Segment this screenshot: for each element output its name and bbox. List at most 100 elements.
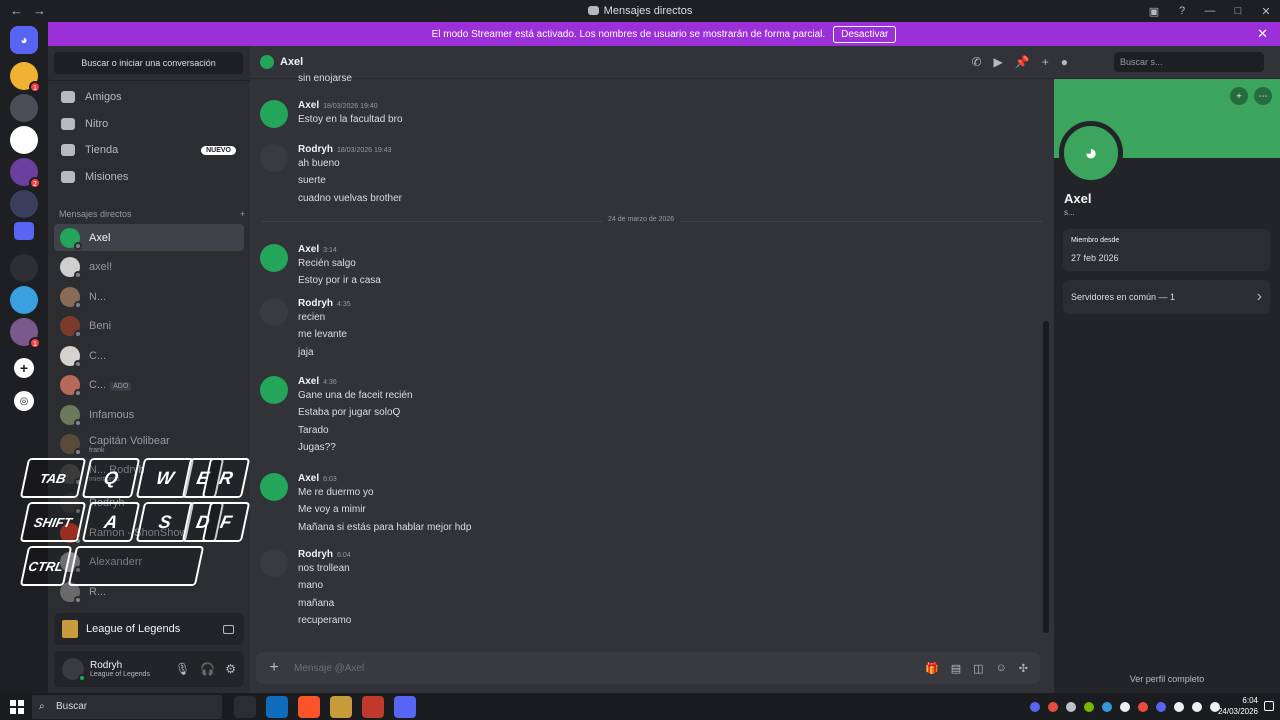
message-avatar[interactable]: [260, 144, 288, 172]
message-avatar[interactable]: [260, 100, 288, 128]
video-icon[interactable]: ▶: [994, 55, 1003, 69]
avatar: [60, 227, 82, 250]
message-author[interactable]: Axel: [298, 244, 319, 255]
add-friend-profile-icon[interactable]: +: [1230, 87, 1248, 105]
taskbar-search[interactable]: ⌕ Buscar: [32, 694, 222, 719]
common-servers-card[interactable]: Servidores en común — 1 ›: [1063, 280, 1270, 314]
tray-icon[interactable]: [1030, 701, 1040, 712]
dm-item[interactable]: axel!: [54, 254, 244, 281]
stream-icon[interactable]: [223, 624, 234, 634]
search-icon: ⌕: [39, 700, 45, 712]
microphone-icon[interactable]: 🎙: [175, 662, 190, 676]
call-icon[interactable]: ✆: [971, 55, 981, 69]
brave-icon[interactable]: [298, 695, 320, 718]
profile-avatar[interactable]: ◕: [1059, 121, 1123, 185]
message-author[interactable]: Axel: [298, 473, 319, 484]
apps-icon[interactable]: ✣: [1019, 662, 1028, 675]
user-avatar[interactable]: [62, 658, 86, 682]
composer-placeholder[interactable]: Mensaje @Axel: [294, 663, 364, 674]
attach-plus-icon[interactable]: +: [264, 659, 284, 677]
tray-icon[interactable]: [1174, 701, 1184, 712]
message-line: sin enojarse: [298, 73, 352, 84]
message-author[interactable]: Rodryh: [298, 549, 333, 560]
chat-search-input[interactable]: Buscar s...: [1114, 52, 1264, 72]
inbox-icon[interactable]: ▣: [1140, 5, 1168, 18]
home-button[interactable]: ◕: [10, 26, 38, 54]
nav-item-misiones[interactable]: Misiones: [56, 165, 244, 189]
windows-start-icon[interactable]: [10, 699, 24, 714]
warning-server-icon[interactable]: 1: [10, 62, 41, 93]
message-author[interactable]: Rodryh: [298, 144, 333, 155]
game-activity-panel: League of Legends: [54, 613, 244, 645]
taskbar-clock[interactable]: 6:04 24/03/2026: [1218, 695, 1258, 717]
league-client-icon[interactable]: [330, 695, 352, 718]
tray-icon[interactable]: [1156, 701, 1166, 712]
gif-icon[interactable]: ▤: [951, 662, 961, 675]
task-view-icon[interactable]: [234, 695, 256, 718]
edge-icon[interactable]: [266, 695, 288, 718]
sound-server-icon[interactable]: [10, 94, 38, 122]
notification-icon[interactable]: [1264, 701, 1274, 711]
message-composer[interactable]: + Mensaje @Axel 🎁 ▤ ◫ ☺ ✣: [256, 652, 1040, 684]
tray-icon[interactable]: [1066, 701, 1076, 712]
tray-icon[interactable]: [1138, 701, 1148, 712]
message-avatar[interactable]: [260, 244, 288, 272]
cs-server-icon[interactable]: [10, 254, 38, 282]
message-avatar[interactable]: [260, 376, 288, 404]
opera-icon[interactable]: [362, 695, 384, 718]
maximize-button[interactable]: □: [1224, 5, 1252, 17]
help-icon[interactable]: ?: [1168, 5, 1196, 17]
headphones-icon[interactable]: 🎧: [200, 662, 215, 676]
minimize-button[interactable]: —: [1196, 5, 1224, 17]
character-server-icon[interactable]: 2: [10, 158, 41, 189]
dm-item[interactable]: C...: [54, 342, 244, 369]
deactivate-button[interactable]: Desactivar: [833, 25, 897, 43]
add-friend-icon[interactable]: +: [1042, 55, 1049, 69]
nav-item-tienda[interactable]: Tienda NUEVO: [56, 138, 244, 162]
message-author[interactable]: Axel: [298, 100, 319, 111]
message-author[interactable]: Rodryh: [298, 298, 333, 309]
dm-item[interactable]: Beni: [54, 313, 244, 340]
message-author[interactable]: Axel: [298, 376, 319, 387]
message-avatar[interactable]: [260, 549, 288, 577]
scrollbar[interactable]: [1043, 321, 1049, 633]
create-dm-icon[interactable]: +: [240, 209, 245, 219]
blue-server-icon[interactable]: [10, 286, 38, 314]
dm-item[interactable]: Capitán Volibear frank: [54, 431, 244, 458]
nav-item-amigos[interactable]: Amigos: [56, 85, 244, 109]
close-window-button[interactable]: ✕: [1252, 5, 1280, 18]
discord-taskbar-icon[interactable]: [394, 695, 416, 718]
dm-item[interactable]: C... ADO: [54, 372, 244, 399]
gift-icon[interactable]: 🎁: [925, 662, 939, 675]
sticker-icon[interactable]: ◫: [973, 662, 983, 675]
dm-name: N...: [89, 290, 107, 303]
date-divider: 24 de marzo de 2026: [262, 216, 1042, 223]
find-conversation-button[interactable]: Buscar o iniciar una conversación: [54, 52, 243, 74]
pin-icon[interactable]: 📌: [1015, 55, 1030, 69]
message-avatar[interactable]: [260, 473, 288, 501]
nav-item-nitro[interactable]: Nitro: [56, 112, 244, 136]
controller-server-icon[interactable]: [10, 190, 38, 218]
dm-item[interactable]: Axel: [54, 224, 244, 251]
anime-server-icon[interactable]: 1: [10, 318, 41, 349]
dm-item[interactable]: N...: [54, 283, 244, 310]
message-avatar[interactable]: [260, 298, 288, 326]
explore-servers-button[interactable]: ◎: [14, 391, 34, 411]
tray-icon[interactable]: [1102, 701, 1112, 712]
more-options-icon[interactable]: ⋯: [1254, 87, 1272, 105]
dm-item[interactable]: Infamous: [54, 401, 244, 428]
tray-icon[interactable]: [1048, 701, 1058, 712]
emoji-icon[interactable]: ☺: [996, 662, 1007, 675]
dm-name: axel!: [89, 261, 113, 273]
message-line: Estoy por ir a casa: [298, 275, 381, 287]
plus-server-icon[interactable]: [10, 126, 38, 154]
wifi-icon[interactable]: [1192, 701, 1202, 712]
settings-gear-icon[interactable]: ⚙: [225, 662, 236, 676]
close-banner-icon[interactable]: ✕: [1257, 26, 1268, 42]
tray-icon[interactable]: [1084, 701, 1094, 712]
add-server-button[interactable]: +: [14, 358, 34, 378]
view-full-profile-link[interactable]: Ver perfil completo: [1054, 674, 1280, 684]
tray-icon[interactable]: [1120, 701, 1130, 712]
folder-server-icon[interactable]: [14, 222, 34, 240]
profile-toggle-icon[interactable]: ●: [1061, 55, 1068, 69]
